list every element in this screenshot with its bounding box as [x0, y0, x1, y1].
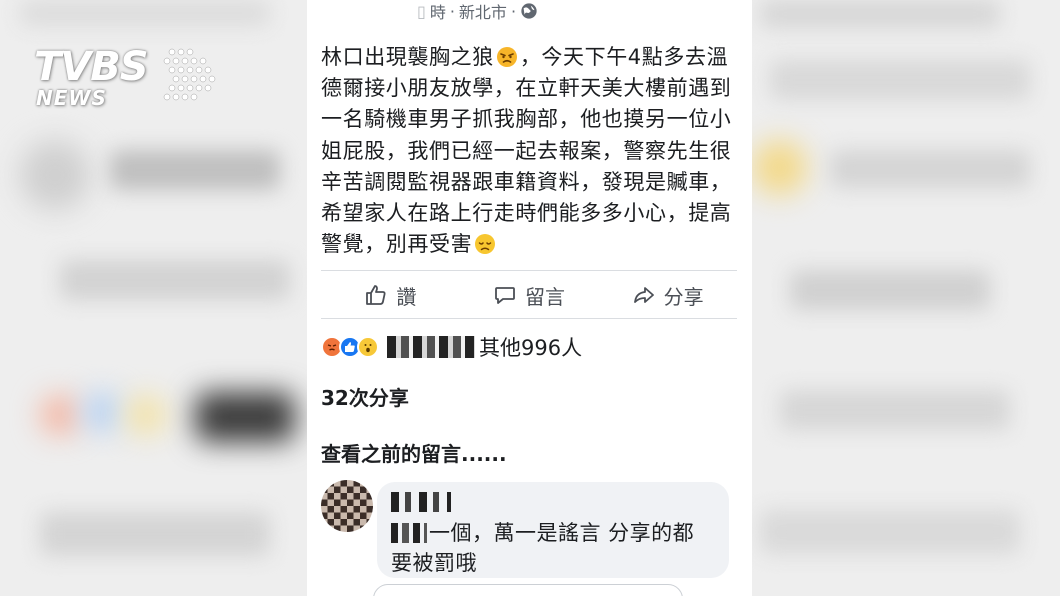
disappointed-face-icon — [475, 234, 496, 255]
like-label: 讚 — [396, 284, 417, 309]
comment-label: 留言 — [525, 284, 565, 309]
reactions-summary[interactable]: 其他996人 — [321, 332, 582, 362]
post-time-fragment: 時 — [429, 3, 446, 22]
globe-icon[interactable] — [520, 2, 538, 20]
redacted-text — [391, 523, 427, 543]
thumbs-up-icon — [366, 285, 386, 305]
post-text-part1: 林口出現襲胸之狼 — [321, 45, 494, 69]
comment-button[interactable]: 留言 — [460, 272, 599, 318]
reactions-text: 其他996人 — [387, 332, 582, 362]
redacted-name — [387, 336, 475, 358]
share-arrow-icon — [633, 287, 654, 303]
avatar[interactable] — [321, 480, 373, 532]
angry-face-icon — [496, 47, 517, 67]
divider — [321, 270, 737, 271]
comment-input[interactable] — [373, 584, 683, 596]
divider — [321, 318, 737, 319]
like-button[interactable]: 讚 — [321, 272, 460, 318]
reactions-count: 其他996人 — [479, 336, 583, 360]
post-location: 新北市 — [458, 3, 507, 22]
post-text: 林口出現襲胸之狼 ，今天下午4點多去溫德爾接小朋友放學，在立軒天美大樓前遇到一名… — [321, 42, 741, 260]
post-meta: ▯ 時 · 新北市 · — [417, 0, 538, 22]
share-count[interactable]: 32次分享 — [321, 382, 409, 411]
meta-separator: · — [449, 1, 455, 21]
post-text-part2: ，今天下午4點多去溫德爾接小朋友放學，在立軒天美大樓前遇到一名騎機車男子抓我胸部… — [321, 45, 732, 257]
post-actions: 讚 留言 分享 — [321, 272, 737, 318]
meta-separator: · — [510, 1, 517, 21]
view-previous-comments-link[interactable]: 查看之前的留言...... — [321, 438, 507, 467]
redacted-commenter-name[interactable] — [391, 492, 451, 512]
post-time: ▯ — [417, 1, 426, 21]
logo-sub: NEWS — [36, 86, 107, 110]
tvbs-news-logo: TVBS NEWS — [34, 44, 216, 114]
logo-brand: TVBS — [34, 44, 149, 90]
share-label: 分享 — [663, 284, 704, 309]
comment-text: 一個，萬一是謠言 分享的都要被罰哦 — [391, 518, 715, 578]
wow-reaction-icon — [357, 336, 379, 358]
logo-dots-icon — [163, 48, 216, 101]
comment-bubble: 一個，萬一是謠言 分享的都要被罰哦 — [377, 482, 729, 578]
share-button[interactable]: 分享 — [598, 272, 737, 318]
comment-text-visible: 一個，萬一是謠言 分享的都要被罰哦 — [391, 521, 695, 575]
facebook-post-screenshot: ▯ 時 · 新北市 · 林口出現襲胸之狼 ，今天下午4點多去溫德爾接小朋友放學，… — [307, 0, 752, 596]
comment-bubble-icon — [495, 287, 515, 304]
